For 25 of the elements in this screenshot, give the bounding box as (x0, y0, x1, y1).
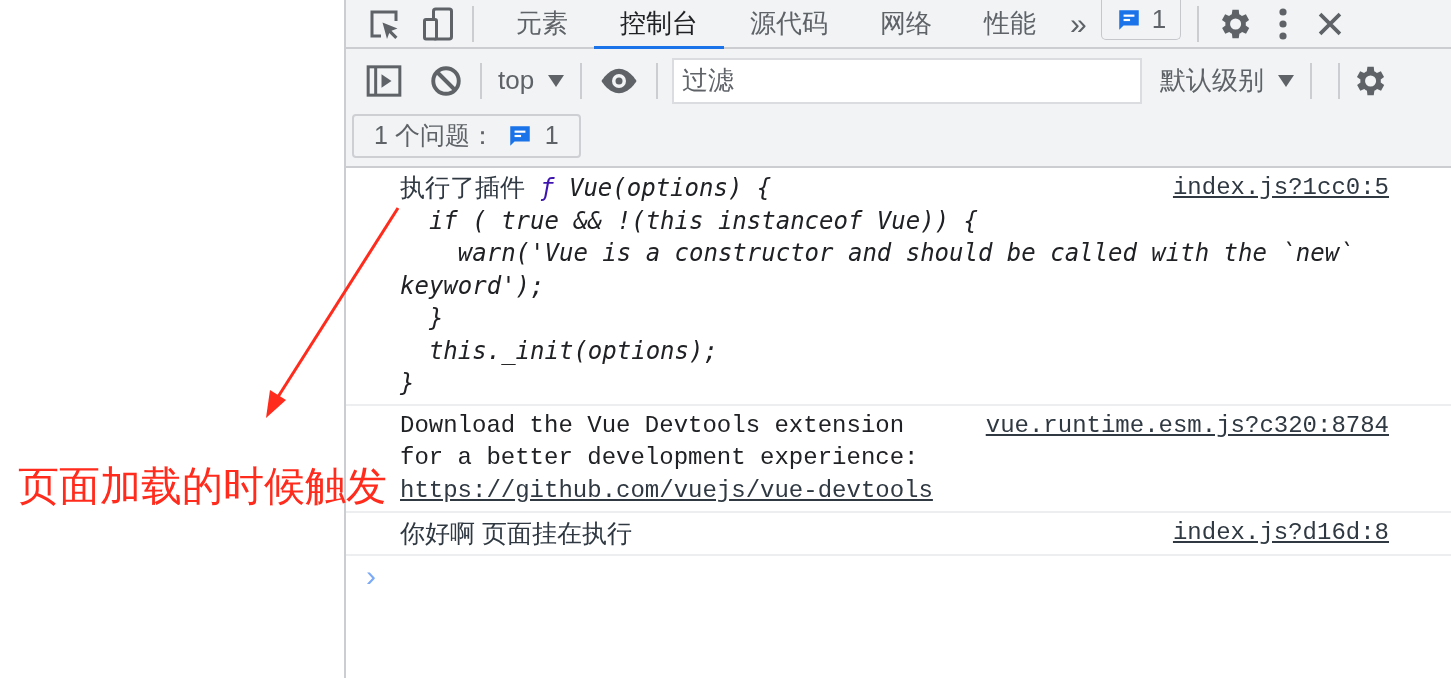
source-link[interactable]: index.js?d16d:8 (1172, 517, 1389, 550)
issues-button[interactable]: 1 个问题： 1 (352, 114, 581, 158)
filter-field[interactable]: 过滤 (672, 57, 1143, 104)
log-message: 你好啊 页面挂在执行 (400, 518, 632, 549)
issues-count: 1 (544, 120, 559, 152)
issues-badge[interactable]: 1 (1100, 0, 1182, 40)
caret-icon (1278, 74, 1295, 87)
issues-count: 1 (1151, 3, 1167, 36)
log-message: Download the Vue Devtools extension for a better development experience: https://github.com/vuejs/vue-devtools (400, 410, 934, 506)
more-options-icon (1279, 7, 1288, 40)
source-link[interactable]: index.js?1cc0:5 (1172, 172, 1389, 205)
context-dropdown[interactable]: top (498, 61, 565, 100)
panel-tab[interactable]: 源代码 (724, 0, 854, 49)
source-link[interactable]: vue.runtime.esm.js?c320:8784 (985, 409, 1389, 442)
device-icon (420, 5, 456, 42)
panel-tab[interactable]: 性能 (958, 0, 1062, 49)
code-text: if ( true && !(this instanceof Vue)) { warn('Vue is a constructor and should be called with the `new` keyword'); } this._init(options); } (400, 205, 1355, 399)
panel-tab[interactable]: 网络 (854, 0, 958, 49)
devtools-link[interactable]: https://github.com/vuejs/vue-devtools (400, 476, 933, 504)
log-levels-dropdown[interactable]: 默认级别 (1160, 61, 1295, 100)
log-message: 执行了插件 ƒ Vue(options) { (400, 172, 772, 204)
annotation-text: 页面加载的时候触发 (18, 462, 387, 511)
caret-icon (548, 74, 565, 87)
panel-tab[interactable]: 元素 (490, 0, 594, 49)
more-tabs-button[interactable]: » (1062, 0, 1095, 47)
